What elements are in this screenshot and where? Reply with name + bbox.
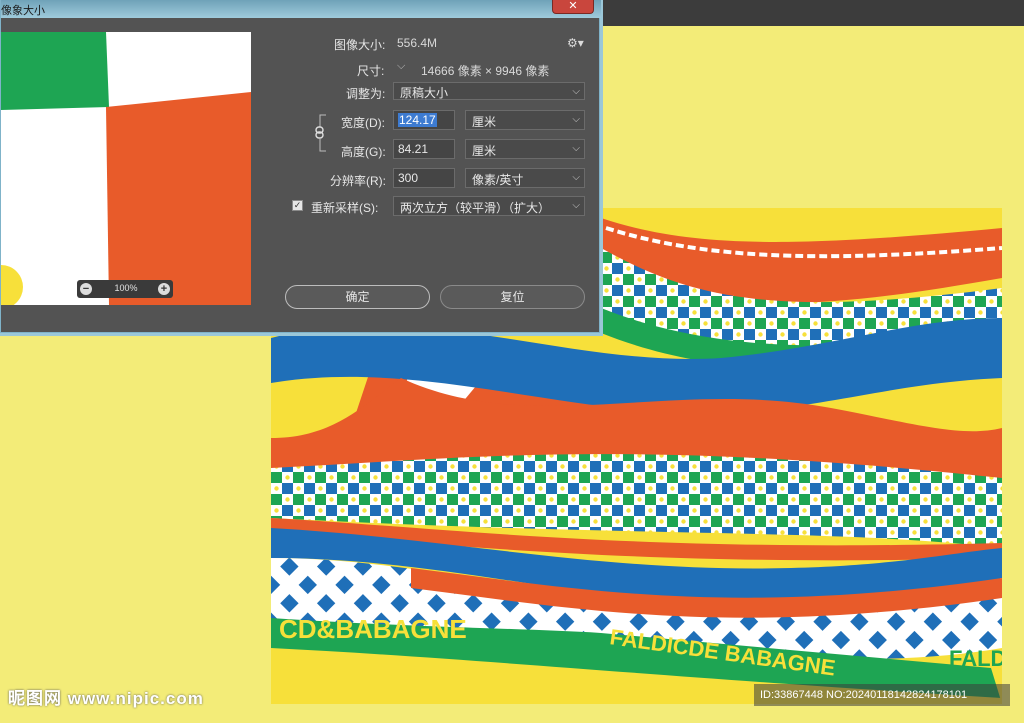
- resolution-label: 分辨率(R):: [330, 174, 386, 188]
- resolution-unit-select[interactable]: 像素/英寸 ⌵: [465, 168, 585, 188]
- height-value: 84.21: [398, 142, 429, 156]
- resample-method-select[interactable]: 两次立方（较平滑）（扩大） ⌵: [393, 196, 585, 216]
- fit-to-value: 原稿大小: [400, 86, 449, 100]
- image-size-value: 556.4M: [397, 36, 438, 50]
- height-label: 高度(G):: [341, 145, 386, 159]
- width-input[interactable]: 124.17: [393, 110, 455, 130]
- height-input[interactable]: 84.21: [393, 139, 455, 159]
- dimensions-value: 14666 像素 × 9946 像素: [421, 64, 550, 78]
- resample-method-value: 两次立方（较平滑）（扩大）: [400, 201, 551, 215]
- site-watermark: 昵图网 www.nipic.com: [8, 689, 204, 708]
- gear-icon[interactable]: ⚙▾: [567, 36, 584, 50]
- preview-image: [1, 32, 251, 305]
- chevron-down-icon: ⌵: [572, 86, 580, 97]
- height-unit-select[interactable]: 厘米 ⌵: [465, 139, 585, 159]
- ok-button[interactable]: 确定: [285, 285, 430, 309]
- dimensions-label: 尺寸:: [357, 64, 385, 78]
- dialog-title: 像象大小: [1, 5, 45, 17]
- preview-pane[interactable]: − 100% +: [1, 32, 251, 305]
- zoom-in-icon[interactable]: +: [158, 283, 170, 295]
- width-label: 宽度(D):: [341, 116, 385, 130]
- width-unit-select[interactable]: 厘米 ⌵: [465, 110, 585, 130]
- chevron-down-icon: ⌵: [572, 114, 580, 125]
- resolution-value: 300: [398, 171, 419, 185]
- zoom-control: − 100% +: [77, 280, 173, 298]
- close-button[interactable]: ✕: [552, 0, 594, 14]
- image-size-label: 图像大小:: [334, 38, 386, 52]
- resolution-unit-value: 像素/英寸: [472, 173, 524, 187]
- zoom-value: 100%: [114, 283, 138, 293]
- constrain-proportions-link-icon[interactable]: [314, 113, 328, 153]
- fit-to-label: 调整为:: [346, 87, 386, 101]
- dimensions-chevron-icon[interactable]: ⌵: [397, 60, 405, 73]
- image-id-strip: ID:33867448 NO:20240118142824178101: [754, 684, 1010, 706]
- fit-to-select[interactable]: 原稿大小 ⌵: [393, 82, 585, 100]
- height-unit-value: 厘米: [472, 144, 497, 158]
- chevron-down-icon: ⌵: [572, 200, 580, 211]
- zoom-out-icon[interactable]: −: [80, 283, 92, 295]
- resample-checkbox[interactable]: ✓: [292, 200, 303, 211]
- chevron-down-icon: ⌵: [572, 143, 580, 154]
- width-value: 124.17: [398, 113, 437, 127]
- resolution-input[interactable]: 300: [393, 168, 455, 188]
- resample-label: 重新采样(S):: [311, 201, 379, 215]
- banner-text-3: FALD: [949, 646, 1002, 671]
- image-size-dialog: 像象大小 ✕ − 100% + 图像大小: 556.4M ⚙▾ 尺寸: ⌵ 14…: [0, 0, 601, 333]
- banner-text-1: CD&BABAGNE: [279, 614, 467, 644]
- dialog-titlebar[interactable]: 像象大小 ✕: [1, 0, 601, 18]
- width-unit-value: 厘米: [472, 115, 497, 129]
- chevron-down-icon: ⌵: [572, 172, 580, 183]
- workspace-top-bar: [600, 0, 1024, 26]
- reset-button[interactable]: 复位: [440, 285, 585, 309]
